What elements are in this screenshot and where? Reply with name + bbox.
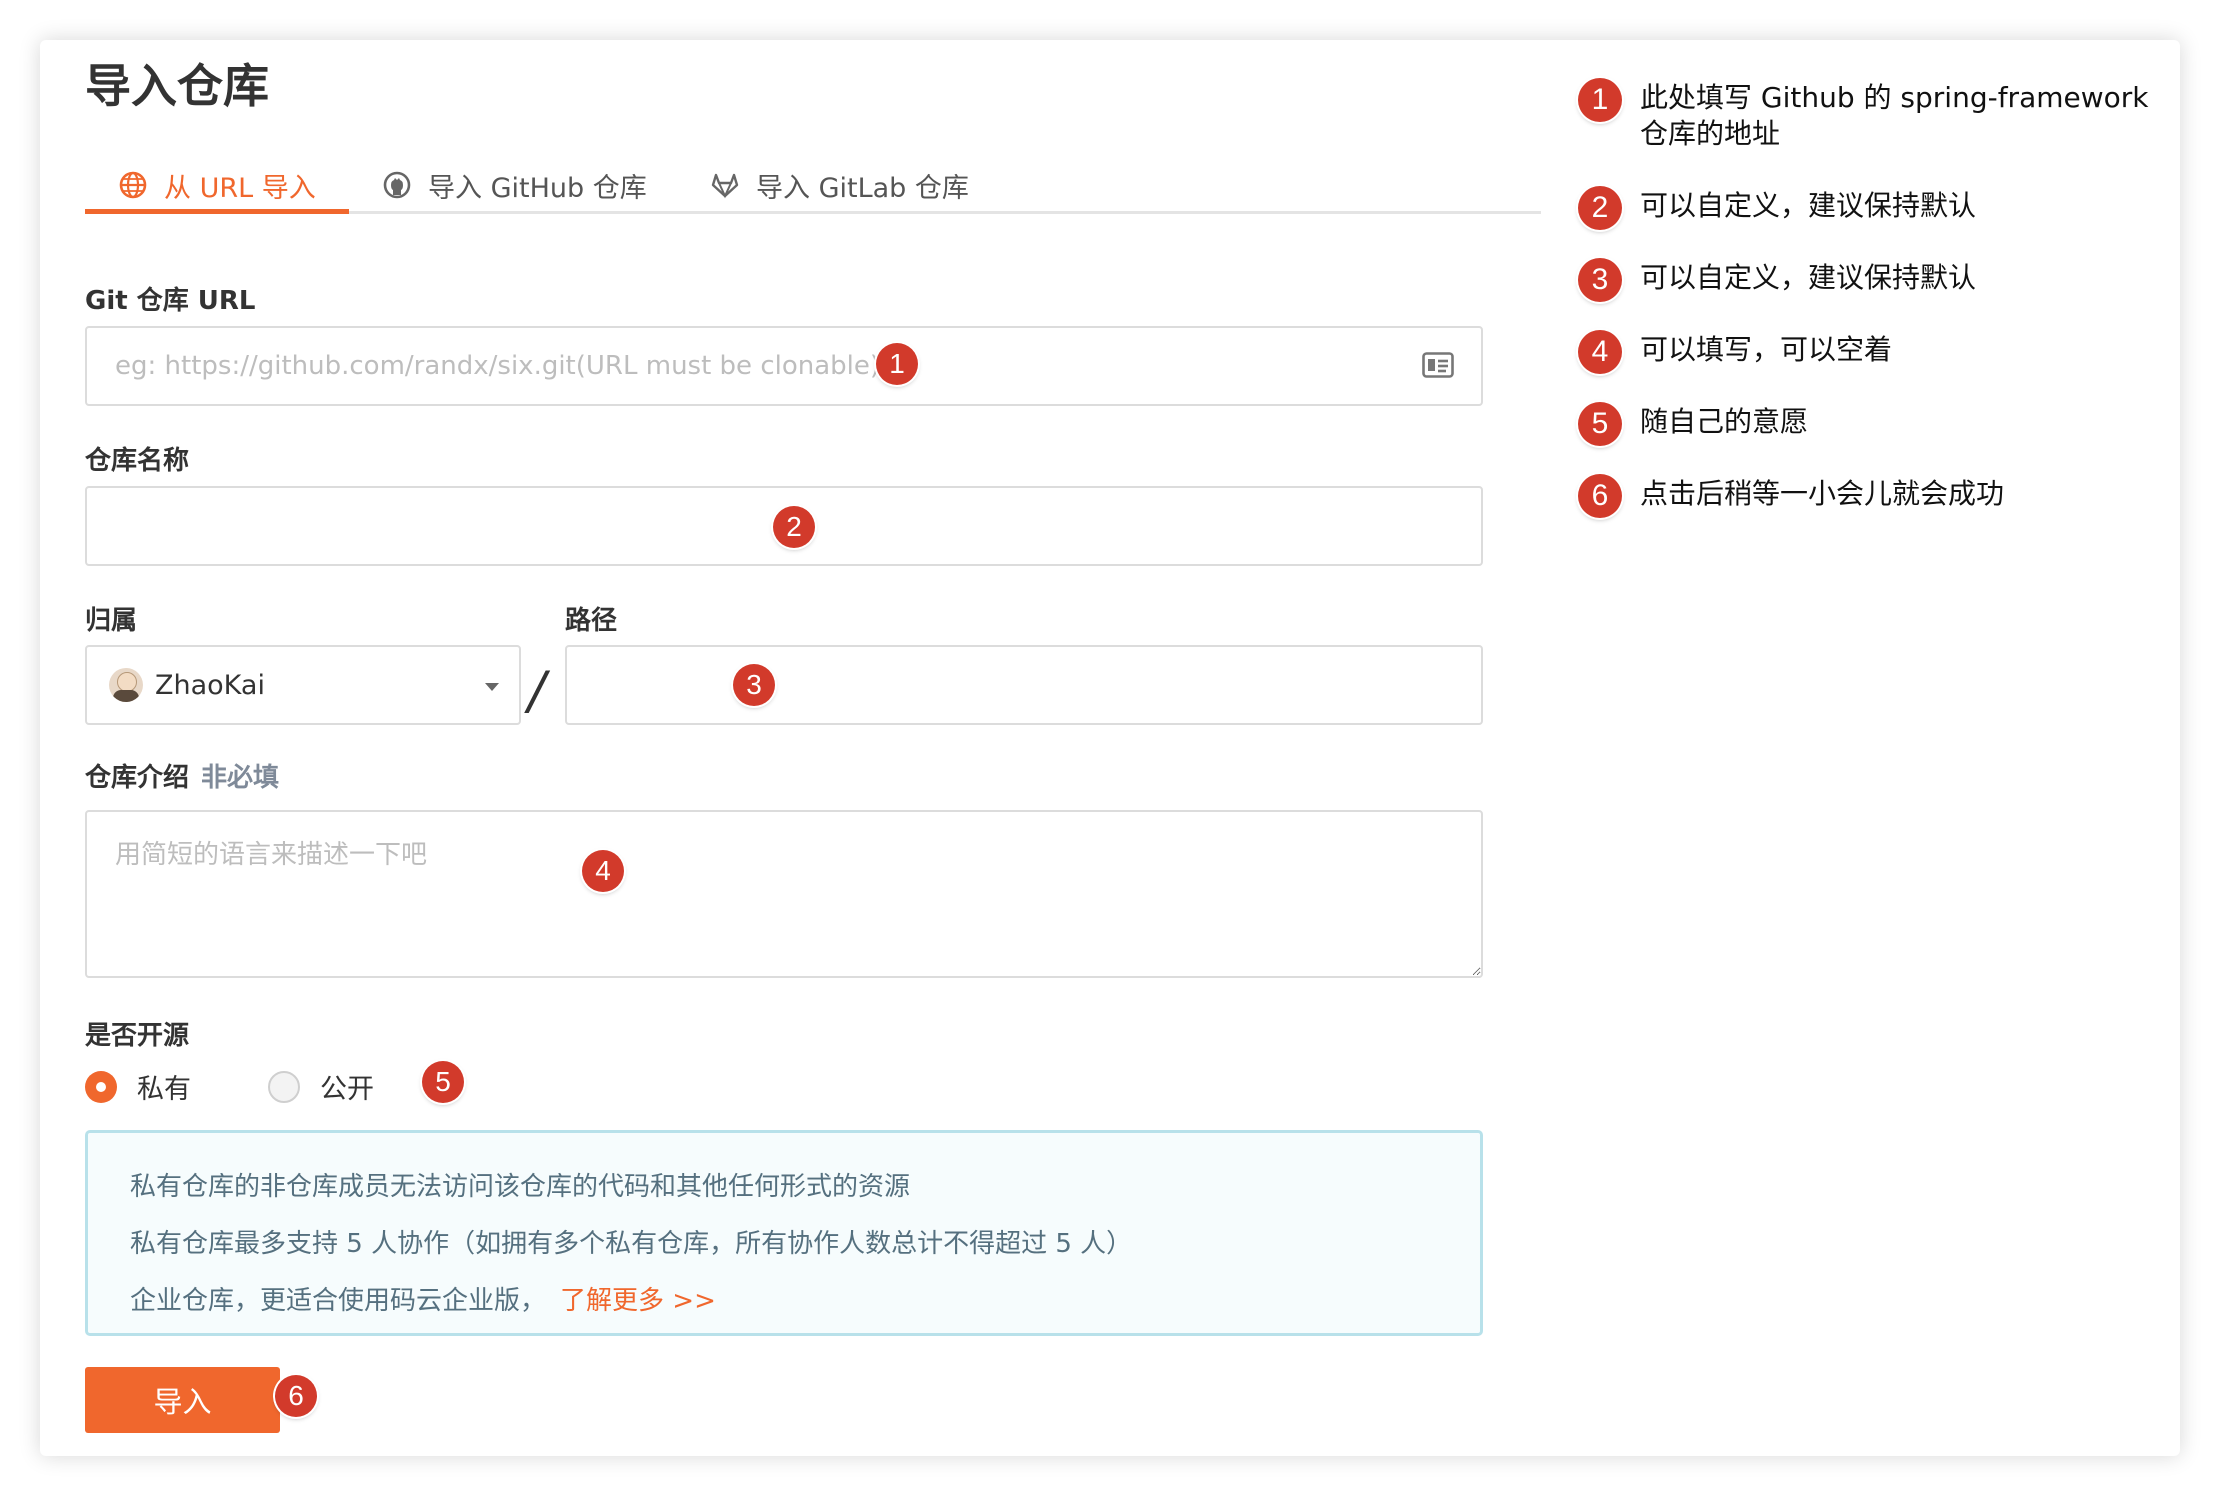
info-line: 企业仓库，更适合使用码云企业版， 了解更多 >> [130,1273,1438,1330]
path-label: 路径 [565,606,618,636]
radio-checked-icon [85,1070,117,1103]
info-line: 私有仓库最多支持 5 人协作（如拥有多个私有仓库，所有协作人数总计不得超过 5 … [130,1229,1133,1259]
description-label: 仓库介绍 非必填 [85,761,279,795]
git-url-input[interactable] [85,326,1483,406]
gitlab-icon [708,168,742,202]
annotation-marker-5: 5 [422,1061,464,1103]
note-text-3: 可以自定义，建议保持默认 [1640,261,1977,294]
radio-public-label: 公开 [320,1074,374,1105]
tab-gitlab-import[interactable]: 导入 GitLab 仓库 [708,158,969,212]
note-text-4: 可以填写，可以空着 [1640,333,1893,366]
note-text-1: 此处填写 Github 的 spring-framework 仓库的地址 [1640,81,2149,150]
id-card-icon[interactable] [1422,351,1454,383]
path-separator: / [528,661,546,721]
chevron-down-icon [485,683,499,691]
github-icon [380,168,414,202]
import-submit-button[interactable]: 导入 [85,1367,280,1433]
path-input[interactable] [565,645,1483,725]
annotation-marker-6: 6 [275,1375,317,1417]
note-marker-3: 3 [1578,258,1622,302]
learn-more-link[interactable]: 了解更多 >> [560,1286,716,1316]
optional-note: 非必填 [201,763,280,793]
radio-public[interactable]: 公开 [268,1067,374,1106]
visibility-info-box: 私有仓库的非仓库成员无法访问该仓库的代码和其他任何形式的资源 私有仓库最多支持 … [85,1130,1483,1336]
tab-github-import-label: 导入 GitHub 仓库 [428,172,647,204]
owner-label: 归属 [85,606,138,636]
radio-unchecked-icon [268,1070,300,1103]
note-marker-1: 1 [1578,78,1622,122]
description-label-text: 仓库介绍 [85,763,190,793]
tab-gitlab-import-label: 导入 GitLab 仓库 [756,172,969,204]
tab-github-import[interactable]: 导入 GitHub 仓库 [380,158,647,212]
annotation-marker-4: 4 [582,850,624,892]
visibility-label: 是否开源 [85,1021,190,1051]
annotation-marker-1: 1 [876,343,918,385]
owner-selected-value: ZhaoKai [155,669,265,701]
note-text-5: 随自己的意愿 [1640,405,1809,438]
avatar [109,668,143,702]
annotation-marker-3: 3 [733,664,775,706]
note-marker-4: 4 [1578,330,1622,374]
info-line: 私有仓库的非仓库成员无法访问该仓库的代码和其他任何形式的资源 [130,1172,911,1202]
owner-select[interactable]: ZhaoKai [85,645,521,725]
info-line-text: 企业仓库，更适合使用码云企业版， [130,1286,547,1316]
radio-private[interactable]: 私有 [85,1067,191,1106]
note-text-6: 点击后稍等一小会儿就会成功 [1640,477,2005,510]
globe-icon [116,168,150,202]
description-textarea[interactable] [85,810,1483,978]
git-url-label: Git 仓库 URL [85,286,256,316]
note-marker-6: 6 [1578,474,1622,518]
note-marker-5: 5 [1578,402,1622,446]
page-title: 导入仓库 [85,59,269,113]
annotation-marker-2: 2 [773,506,815,548]
note-marker-2: 2 [1578,186,1622,230]
radio-private-label: 私有 [137,1074,191,1105]
tab-url-import[interactable]: 从 URL 导入 [116,158,316,212]
note-text-2: 可以自定义，建议保持默认 [1640,189,1977,222]
tab-url-import-label: 从 URL 导入 [164,172,316,204]
repo-name-label: 仓库名称 [85,446,190,476]
